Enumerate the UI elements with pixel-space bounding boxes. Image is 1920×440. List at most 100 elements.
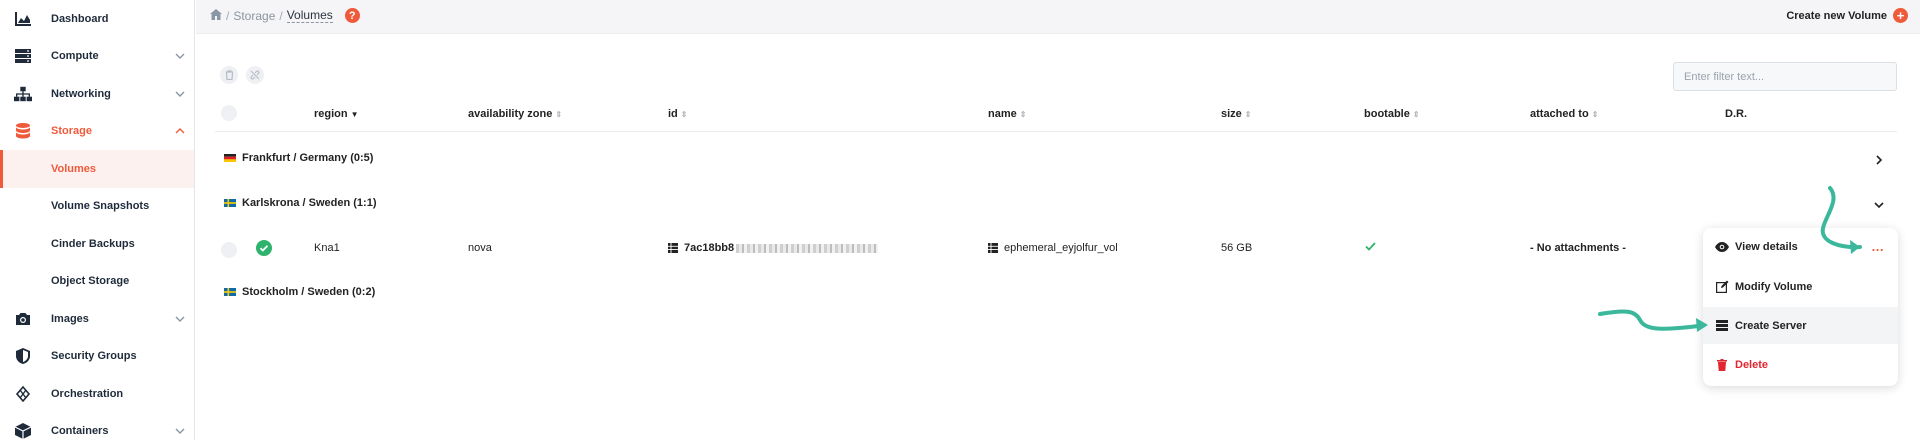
- region-group-stockholm[interactable]: Stockholm / Sweden (0:2): [224, 286, 375, 298]
- sort-icon: ⇕: [1019, 109, 1027, 119]
- sidebar-item-compute[interactable]: Compute: [0, 38, 194, 76]
- box-icon: [14, 422, 32, 440]
- sort-desc-icon: ▼: [350, 109, 359, 119]
- orchestration-icon: [14, 385, 32, 403]
- column-label: availability zone: [468, 108, 553, 120]
- help-icon[interactable]: ?: [344, 8, 360, 23]
- bootable-check-icon: [1365, 242, 1376, 251]
- more-options-icon[interactable]: ...: [1872, 239, 1884, 254]
- cell-name[interactable]: ephemeral_eyjolfur_vol: [988, 242, 1118, 254]
- sidebar-item-label: Orchestration: [51, 387, 124, 400]
- region-group-label: Karlskrona / Sweden (1:1): [242, 197, 377, 209]
- column-label: name: [988, 108, 1017, 120]
- plus-icon: +: [1893, 8, 1908, 23]
- chevron-down-icon[interactable]: [174, 313, 186, 325]
- sidebar-item-label: Storage: [51, 125, 92, 138]
- divider: [215, 131, 1897, 132]
- detach-selected-button[interactable]: [246, 66, 264, 84]
- select-all-checkbox[interactable]: [221, 105, 237, 121]
- annotation-arrow-create-server: [1598, 309, 1706, 331]
- unlink-icon: [250, 70, 260, 80]
- breadcrumb-storage[interactable]: Storage: [233, 9, 275, 23]
- column-header-region[interactable]: region ▼: [314, 108, 359, 120]
- sidebar-item-label: Containers: [51, 425, 109, 438]
- server-icon: [14, 47, 32, 65]
- region-group-frankfurt[interactable]: Frankfurt / Germany (0:5): [224, 152, 373, 164]
- cell-region: Kna1: [314, 242, 340, 254]
- column-label: attached to: [1530, 108, 1589, 120]
- row-select-checkbox[interactable]: [221, 242, 237, 258]
- column-header-availability-zone[interactable]: availability zone ⇕: [468, 108, 562, 120]
- cell-bootable: [1365, 242, 1376, 251]
- region-group-label: Stockholm / Sweden (0:2): [242, 286, 376, 298]
- breadcrumb-separator: /: [226, 8, 230, 23]
- sidebar-item-networking[interactable]: Networking: [0, 75, 194, 113]
- sidebar-item-label: Images: [51, 312, 89, 325]
- menu-item-view-details[interactable]: View details ...: [1703, 228, 1898, 265]
- breadcrumb-volumes[interactable]: Volumes: [286, 8, 333, 23]
- attached-to-value: - No attachments -: [1530, 242, 1626, 254]
- cell-id[interactable]: 7ac18bb8: [668, 242, 879, 254]
- chevron-down-icon[interactable]: [174, 425, 186, 437]
- menu-item-label: Modify Volume: [1735, 280, 1813, 293]
- trash-icon: [1715, 358, 1729, 372]
- shield-icon: [14, 347, 32, 365]
- column-header-bootable[interactable]: bootable ⇕: [1364, 108, 1420, 120]
- region-group-karlskrona[interactable]: Karlskrona / Sweden (1:1): [224, 197, 377, 209]
- menu-item-create-server[interactable]: Create Server: [1703, 307, 1898, 344]
- sidebar-subitem-object-storage[interactable]: Object Storage: [0, 263, 194, 301]
- column-header-attached-to[interactable]: attached to ⇕: [1530, 108, 1598, 120]
- sidebar-item-images[interactable]: Images: [0, 300, 194, 338]
- sidebar-subitem-volume-snapshots[interactable]: Volume Snapshots: [0, 188, 194, 226]
- column-header-id[interactable]: id ⇕: [668, 108, 687, 120]
- sweden-flag-icon: [224, 288, 236, 296]
- home-icon[interactable]: [210, 8, 222, 23]
- cell-availability-zone: nova: [468, 242, 492, 254]
- volume-name-value: ephemeral_eyjolfur_vol: [1004, 242, 1118, 254]
- sidebar: Dashboard Compute Networking Storage Vol…: [0, 0, 195, 440]
- create-new-volume-button[interactable]: Create new Volume +: [1786, 8, 1908, 23]
- row-actions-menu: View details ... Modify Volume Create Se…: [1703, 228, 1898, 386]
- sort-icon: ⇕: [680, 109, 688, 119]
- column-label: size: [1221, 108, 1242, 120]
- table-icon: [988, 243, 998, 253]
- sidebar-item-security-groups[interactable]: Security Groups: [0, 338, 194, 376]
- chevron-down-icon[interactable]: [1874, 200, 1884, 210]
- sidebar-item-orchestration[interactable]: Orchestration: [0, 375, 194, 413]
- menu-item-label: Delete: [1735, 358, 1769, 371]
- region-group-label: Frankfurt / Germany (0:5): [242, 152, 374, 164]
- chevron-up-icon[interactable]: [174, 125, 186, 137]
- region-value: Kna1: [314, 242, 340, 254]
- sidebar-item-storage[interactable]: Storage: [0, 113, 194, 151]
- cell-attached-to: - No attachments -: [1530, 242, 1626, 254]
- delete-selected-button[interactable]: [220, 66, 238, 84]
- chevron-right-icon[interactable]: [1874, 155, 1884, 165]
- sidebar-subitem-volumes[interactable]: Volumes: [0, 150, 194, 188]
- column-label: bootable: [1364, 108, 1410, 120]
- filter-input[interactable]: [1673, 62, 1897, 91]
- annotation-arrows: [1598, 186, 1862, 332]
- sidebar-item-dashboard[interactable]: Dashboard: [0, 0, 194, 38]
- column-label: id: [668, 108, 678, 120]
- column-header-size[interactable]: size ⇕: [1221, 108, 1252, 120]
- camera-icon: [14, 310, 32, 328]
- chevron-down-icon[interactable]: [174, 50, 186, 62]
- menu-item-delete[interactable]: Delete: [1703, 346, 1898, 383]
- create-new-volume-label: Create new Volume: [1786, 9, 1887, 22]
- breadcrumb: / Storage / Volumes ?: [210, 8, 360, 23]
- eye-icon: [1715, 240, 1729, 254]
- sidebar-subitem-cinder-backups[interactable]: Cinder Backups: [0, 225, 194, 263]
- sidebar-item-containers[interactable]: Containers: [0, 413, 194, 440]
- column-header-name[interactable]: name ⇕: [988, 108, 1026, 120]
- sidebar-item-label: Security Groups: [51, 350, 137, 363]
- sort-icon: ⇕: [1412, 109, 1420, 119]
- topbar: / Storage / Volumes ? Create new Volume …: [196, 0, 1920, 34]
- chart-icon: [14, 10, 32, 28]
- column-label: region: [314, 108, 348, 120]
- menu-item-modify-volume[interactable]: Modify Volume: [1703, 268, 1898, 305]
- database-icon: [14, 122, 32, 140]
- redacted-id: [736, 243, 879, 253]
- trash-icon: [225, 70, 233, 80]
- menu-item-label: Create Server: [1735, 319, 1807, 332]
- chevron-down-icon[interactable]: [174, 88, 186, 100]
